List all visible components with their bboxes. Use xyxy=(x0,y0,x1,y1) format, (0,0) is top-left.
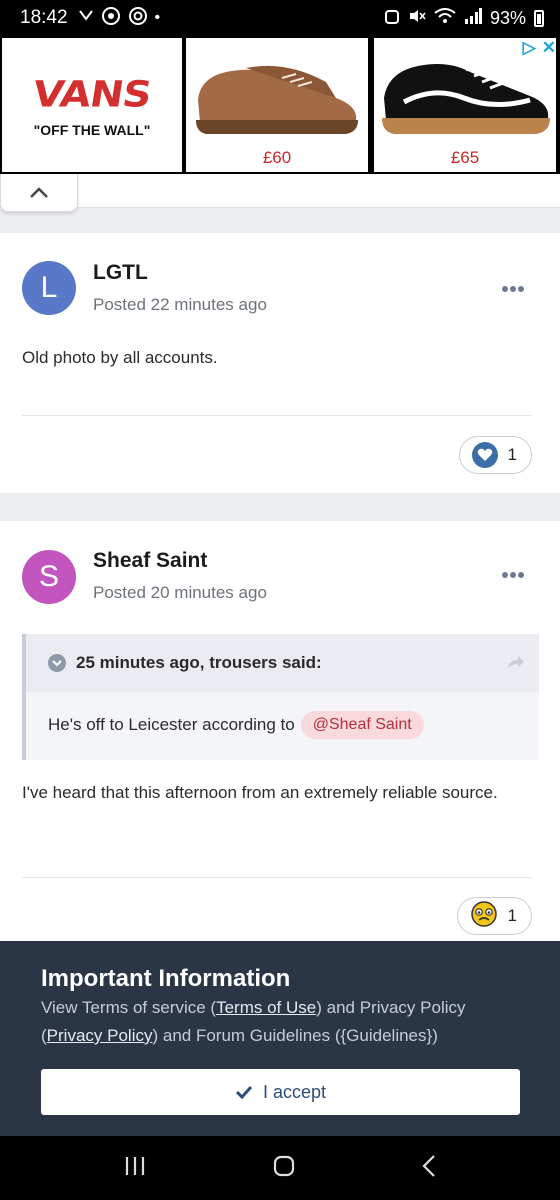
user-mention[interactable]: @Sheaf Saint xyxy=(300,711,424,739)
terms-link[interactable]: Terms of Use xyxy=(216,998,316,1017)
post-lgtl: L LGTL Posted 22 minutes ago Old photo b… xyxy=(0,233,560,493)
dot-icon: • xyxy=(154,9,161,26)
post-author[interactable]: Sheaf Saint xyxy=(93,549,207,573)
avatar-letter: S xyxy=(38,560,59,593)
post-timestamp[interactable]: Posted 20 minutes ago xyxy=(93,583,267,603)
missed-call-icon xyxy=(78,8,94,29)
back-button[interactable] xyxy=(421,1154,437,1183)
recent-apps-button[interactable] xyxy=(123,1155,147,1182)
post-author[interactable]: LGTL xyxy=(93,261,148,285)
divider xyxy=(22,877,532,878)
post-body: I've heard that this afternoon from an e… xyxy=(22,783,498,802)
notice-text: View Terms of service (Terms of Use) and… xyxy=(41,998,466,1045)
quote-citation: 25 minutes ago, trousers said: xyxy=(76,653,322,672)
avatar[interactable]: L xyxy=(22,261,76,315)
divider xyxy=(22,415,532,416)
back-icon xyxy=(422,1154,436,1177)
battery-icon xyxy=(534,9,544,27)
quote-toggle-icon[interactable] xyxy=(48,654,66,672)
avatar-letter: L xyxy=(40,271,58,304)
brown-shoe-image xyxy=(196,65,358,134)
share-arrow-icon[interactable] xyxy=(507,654,525,674)
post-sheaf-saint: S Sheaf Saint Posted 20 minutes ago 25 m… xyxy=(0,521,560,941)
quote-body: He's off to Leicester according to @Shea… xyxy=(26,692,539,758)
notification-icons: • xyxy=(78,6,161,31)
collapse-ad-button[interactable] xyxy=(0,174,78,212)
accept-label: I accept xyxy=(262,1081,327,1102)
more-options-icon[interactable] xyxy=(502,572,524,578)
check-icon xyxy=(235,1085,253,1099)
notice-title: Important Information xyxy=(41,965,291,992)
ad-brand-logo[interactable]: VANS "OFF THE WALL" xyxy=(2,38,182,172)
accept-button[interactable]: I accept xyxy=(41,1069,520,1115)
alarm-icon xyxy=(384,8,400,29)
quote-text: He's off to Leicester according to xyxy=(48,715,295,734)
cookie-notice: Important Information View Terms of serv… xyxy=(0,941,560,1136)
chevron-up-icon xyxy=(30,186,48,198)
ad-brand-name: VANS xyxy=(30,74,154,116)
reaction-button[interactable]: 1 xyxy=(456,897,532,935)
signal-icon xyxy=(464,7,482,29)
post-timestamp[interactable]: Posted 22 minutes ago xyxy=(93,295,267,315)
ad-choices[interactable]: ▷ ✕ xyxy=(523,38,556,58)
ad-close-icon[interactable]: ✕ xyxy=(542,38,556,58)
heart-icon xyxy=(471,442,498,468)
reaction-button[interactable]: 1 xyxy=(458,436,532,474)
home-button[interactable] xyxy=(272,1154,296,1183)
status-time: 18:42 xyxy=(20,7,68,28)
chrome-icon xyxy=(128,6,148,31)
wifi-icon xyxy=(434,7,456,29)
quote-header[interactable]: 25 minutes ago, trousers said: xyxy=(26,634,539,692)
ad-product-1[interactable]: £60 xyxy=(186,38,368,172)
privacy-link[interactable]: Privacy Policy xyxy=(47,1026,153,1045)
system-nav-bar xyxy=(0,1136,560,1200)
confused-emoji-icon xyxy=(470,900,498,933)
ad-choices-icon[interactable]: ▷ xyxy=(523,38,536,58)
reaction-count: 1 xyxy=(507,445,517,464)
mute-icon xyxy=(408,8,426,29)
ad-product-2[interactable]: £65 xyxy=(374,38,556,172)
avatar[interactable]: S xyxy=(22,550,76,604)
ad-tagline: "OFF THE WALL" xyxy=(33,122,151,138)
whatsapp-icon xyxy=(101,6,121,31)
ad-price-2: £65 xyxy=(450,148,480,167)
collapse-strip xyxy=(0,174,560,208)
quote-block: 25 minutes ago, trousers said: He's off … xyxy=(22,634,539,760)
status-bar: 18:42 • 93% xyxy=(0,0,560,36)
home-icon xyxy=(273,1155,295,1176)
more-options-icon[interactable] xyxy=(502,286,524,292)
ad-price-1: £60 xyxy=(262,148,292,167)
recent-apps-icon xyxy=(125,1156,144,1175)
ad-banner[interactable]: VANS "OFF THE WALL" £60 £65 ▷ ✕ xyxy=(0,36,560,174)
reaction-count: 1 xyxy=(507,906,517,925)
battery-level: 93% xyxy=(489,7,526,28)
post-body: Old photo by all accounts. xyxy=(22,348,218,367)
